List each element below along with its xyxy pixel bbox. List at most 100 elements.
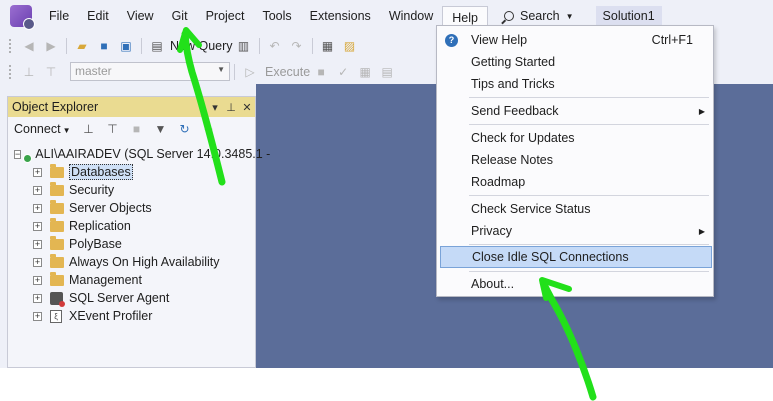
object-explorer-toolbar: Connect ▼ ⊥ ⊤ ■ ▼ ↻ ∿ bbox=[8, 117, 255, 141]
menu-item-label: About... bbox=[471, 277, 515, 291]
tree-node-label: XEvent Profiler bbox=[69, 309, 153, 323]
disconnect-plug-icon[interactable]: ⊤ bbox=[104, 121, 120, 137]
refresh-icon[interactable]: ↻ bbox=[176, 121, 192, 137]
menu-item-getting-started[interactable]: Getting Started bbox=[437, 51, 713, 73]
solution-name-badge[interactable]: Solution1 bbox=[595, 6, 662, 26]
tree-node-databases[interactable]: + Databases bbox=[8, 163, 255, 181]
save-icon[interactable]: ■ bbox=[96, 38, 112, 54]
open-folder-icon[interactable]: ▰ bbox=[74, 38, 90, 54]
connect-plug-icon[interactable]: ⊥ bbox=[21, 64, 37, 80]
new-query-icon[interactable]: ▤ bbox=[149, 38, 165, 54]
save-all-icon[interactable]: ▣ bbox=[118, 38, 134, 54]
menu-item-roadmap[interactable]: Roadmap bbox=[437, 171, 713, 193]
menu-item-check-for-updates[interactable]: Check for Updates bbox=[437, 127, 713, 149]
expand-icon[interactable]: + bbox=[33, 167, 42, 177]
folder-icon bbox=[50, 217, 64, 232]
menu-file[interactable]: File bbox=[40, 4, 78, 28]
results-grid-icon[interactable]: ▤ bbox=[379, 64, 395, 80]
menu-window[interactable]: Window bbox=[380, 4, 442, 28]
menu-item-close-idle-sql-connections[interactable]: Close Idle SQL Connections bbox=[440, 246, 712, 268]
sql-agent-icon bbox=[50, 291, 65, 307]
folder-icon bbox=[50, 181, 64, 196]
tree-node-always-on[interactable]: + Always On High Availability bbox=[8, 253, 255, 271]
tree-node-label: Management bbox=[69, 273, 142, 287]
toolbar-separator bbox=[141, 37, 142, 54]
expand-icon[interactable]: + bbox=[33, 257, 42, 267]
menu-separator bbox=[469, 244, 709, 245]
expand-icon[interactable]: + bbox=[33, 275, 42, 285]
xevent-profiler-icon: ξ bbox=[50, 309, 62, 323]
undo-icon[interactable]: ↶ bbox=[267, 38, 283, 54]
object-explorer-titlebar: Object Explorer ▾ ⊥ ✕ bbox=[8, 97, 255, 117]
expand-icon[interactable]: + bbox=[33, 311, 42, 321]
tree-node-xevent-profiler[interactable]: + ξ XEvent Profiler bbox=[8, 307, 255, 325]
close-icon[interactable]: ✕ bbox=[239, 101, 255, 114]
tree-node-replication[interactable]: + Replication bbox=[8, 217, 255, 235]
search-button[interactable]: Search ▼ bbox=[496, 6, 582, 26]
folder-icon bbox=[50, 253, 64, 268]
connect-plug-icon[interactable]: ⊥ bbox=[80, 121, 96, 137]
tree-node-sql-server-agent[interactable]: + SQL Server Agent bbox=[8, 289, 255, 307]
database-select[interactable]: master ▼ bbox=[70, 62, 230, 81]
search-label: Search bbox=[520, 9, 560, 23]
folder-icon bbox=[50, 235, 64, 250]
menu-item-privacy[interactable]: Privacy ▶ bbox=[437, 220, 713, 242]
menu-item-label: Getting Started bbox=[471, 55, 556, 69]
stop-icon[interactable]: ■ bbox=[128, 121, 144, 137]
expand-icon[interactable]: + bbox=[33, 185, 42, 195]
tree-node-security[interactable]: + Security bbox=[8, 181, 255, 199]
menu-separator bbox=[469, 271, 709, 272]
menu-git[interactable]: Git bbox=[163, 4, 197, 28]
menu-project[interactable]: Project bbox=[197, 4, 254, 28]
toolbar-grip[interactable] bbox=[8, 37, 12, 54]
display-plan-icon[interactable]: ▦ bbox=[357, 64, 373, 80]
menu-item-send-feedback[interactable]: Send Feedback ▶ bbox=[437, 100, 713, 122]
query-file-icon[interactable]: ▥ bbox=[236, 38, 252, 54]
menu-item-label: Check for Updates bbox=[471, 131, 575, 145]
tree-node-server[interactable]: − ALI\AAIRADEV (SQL Server 14.0.3485.1 - bbox=[8, 145, 270, 163]
toolbar-grip[interactable] bbox=[8, 63, 12, 80]
parse-check-icon[interactable]: ✓ bbox=[335, 64, 351, 80]
tree-node-label: SQL Server Agent bbox=[69, 291, 170, 305]
properties-icon[interactable]: ▨ bbox=[342, 38, 358, 54]
menu-edit[interactable]: Edit bbox=[78, 4, 118, 28]
expand-icon[interactable]: + bbox=[33, 203, 42, 213]
menu-item-release-notes[interactable]: Release Notes bbox=[437, 149, 713, 171]
stop-icon[interactable]: ■ bbox=[313, 64, 329, 80]
menu-item-view-help[interactable]: ? View Help Ctrl+F1 bbox=[437, 29, 713, 51]
folder-icon bbox=[50, 271, 64, 286]
menu-item-label: Check Service Status bbox=[471, 202, 591, 216]
menu-item-tips-and-tricks[interactable]: Tips and Tricks bbox=[437, 73, 713, 95]
tree-node-polybase[interactable]: + PolyBase bbox=[8, 235, 255, 253]
window-position-icon[interactable]: ▾ bbox=[207, 101, 223, 114]
submenu-arrow-icon: ▶ bbox=[698, 226, 705, 236]
disconnect-plug-icon[interactable]: ⊤ bbox=[43, 64, 59, 80]
menu-item-label: View Help bbox=[471, 33, 528, 47]
menu-item-label: Roadmap bbox=[471, 175, 526, 189]
activity-monitor-icon[interactable]: ▦ bbox=[320, 38, 336, 54]
new-query-button[interactable]: New Query bbox=[170, 39, 233, 53]
help-menu-dropdown: ? View Help Ctrl+F1 Getting Started Tips… bbox=[436, 25, 714, 297]
activity-monitor-icon[interactable]: ∿ bbox=[200, 121, 216, 137]
back-icon[interactable]: ◀ bbox=[21, 38, 37, 54]
menu-view[interactable]: View bbox=[118, 4, 163, 28]
filter-icon[interactable]: ▼ bbox=[152, 121, 168, 137]
expand-icon[interactable]: + bbox=[33, 221, 42, 231]
menu-item-about[interactable]: About... bbox=[437, 273, 713, 295]
forward-icon[interactable]: ▶ bbox=[43, 38, 59, 54]
connect-dropdown[interactable]: Connect ▼ bbox=[14, 122, 70, 136]
expand-icon[interactable]: + bbox=[33, 239, 42, 249]
redo-icon[interactable]: ↷ bbox=[289, 38, 305, 54]
tree-node-server-objects[interactable]: + Server Objects bbox=[8, 199, 255, 217]
execute-button[interactable]: Execute bbox=[265, 65, 310, 79]
collapse-icon[interactable]: − bbox=[14, 149, 22, 159]
expand-icon[interactable]: + bbox=[33, 293, 42, 303]
menu-separator bbox=[469, 97, 709, 98]
menu-item-check-service-status[interactable]: Check Service Status bbox=[437, 198, 713, 220]
pin-icon[interactable]: ⊥ bbox=[223, 101, 239, 114]
menu-extensions[interactable]: Extensions bbox=[301, 4, 380, 28]
menu-item-label: Send Feedback bbox=[471, 104, 559, 118]
menu-tools[interactable]: Tools bbox=[253, 4, 300, 28]
connect-label: Connect bbox=[14, 122, 61, 136]
tree-node-management[interactable]: + Management bbox=[8, 271, 255, 289]
